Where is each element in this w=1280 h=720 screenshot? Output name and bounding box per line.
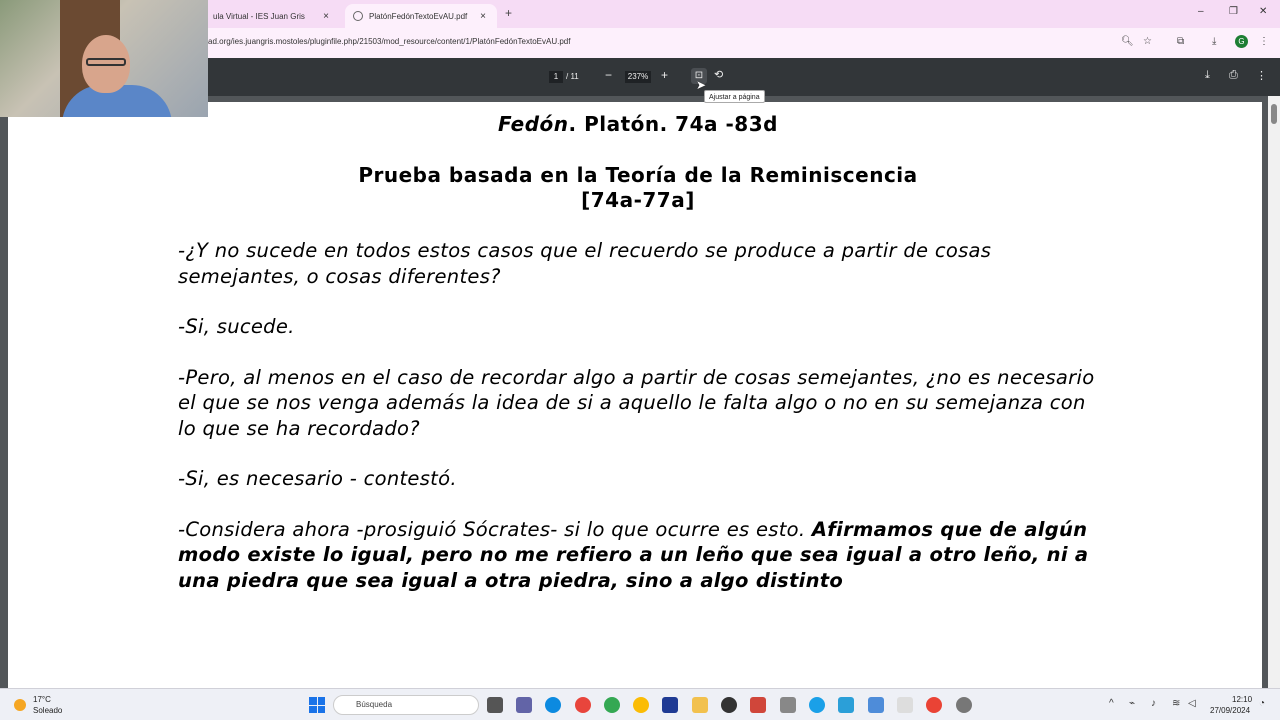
app-icon[interactable]: [721, 697, 737, 713]
settings-icon[interactable]: [956, 697, 972, 713]
minimize-icon[interactable]: –: [1198, 6, 1204, 17]
chrome-icon[interactable]: [604, 697, 620, 713]
subtitle-line: [74a-77a]: [581, 188, 695, 212]
microphone-icon[interactable]: ♪: [1151, 698, 1156, 709]
extensions-icon[interactable]: ⧉: [1177, 36, 1184, 47]
camera-icon[interactable]: [780, 697, 796, 713]
rotate-icon[interactable]: ⟲: [714, 68, 723, 81]
close-icon[interactable]: ×: [320, 11, 332, 22]
tab-aula-virtual[interactable]: ula Virtual - IES Juan Gris ×: [205, 4, 340, 28]
tab-label: ula Virtual - IES Juan Gris: [213, 11, 305, 21]
person-glasses: [86, 58, 126, 66]
notepad-icon[interactable]: [897, 697, 913, 713]
pdf-text: Fedón. Platón. 74a -83d Prueba basada en…: [178, 112, 1098, 593]
clock-date[interactable]: 27/09/2024: [1210, 706, 1250, 715]
store-icon[interactable]: [662, 697, 678, 713]
document-subtitle: Prueba basada en la Teoría de la Reminis…: [178, 163, 1098, 213]
download-icon[interactable]: ⤓: [1205, 69, 1210, 82]
globe-icon: [353, 11, 363, 21]
app-icon[interactable]: [809, 697, 825, 713]
chrome-icon[interactable]: [926, 697, 942, 713]
paragraph: -¿Y no sucede en todos estos casos que e…: [178, 239, 992, 288]
edge-icon[interactable]: [545, 697, 561, 713]
tab-pdf[interactable]: PlatónFedónTextoEvAU.pdf ×: [345, 4, 497, 28]
tab-label: PlatónFedónTextoEvAU.pdf: [369, 11, 468, 21]
subtitle-line: Prueba basada en la Teoría de la Reminis…: [358, 163, 918, 187]
download-icon[interactable]: ⤓: [1212, 36, 1216, 47]
sun-icon[interactable]: [14, 699, 26, 711]
app-icon[interactable]: [750, 697, 766, 713]
notification-icon[interactable]: ◔: [1259, 698, 1265, 709]
file-explorer-icon[interactable]: [692, 697, 708, 713]
teams-icon[interactable]: [516, 697, 532, 713]
paragraph: -Considera ahora -prosiguió Sócrates- si…: [178, 517, 1098, 594]
webcam-overlay: [0, 0, 208, 117]
avatar[interactable]: G: [1235, 35, 1248, 48]
start-button[interactable]: [309, 697, 325, 713]
title-rest: . Platón. 74a -83d: [568, 112, 778, 136]
weather-desc: Soleado: [33, 706, 63, 715]
zoom-input[interactable]: 237%: [625, 71, 651, 83]
paragraph: -Si, es necesario - contestó.: [178, 467, 457, 490]
chrome-icon[interactable]: [633, 697, 649, 713]
wifi-icon[interactable]: ≋: [1172, 698, 1180, 709]
star-icon[interactable]: ☆: [1143, 36, 1152, 47]
zoom-icon[interactable]: 🔍︎: [1121, 36, 1134, 47]
zoom-in-button[interactable]: +: [661, 68, 668, 82]
new-tab-button[interactable]: +: [505, 6, 512, 20]
app-icon[interactable]: [838, 697, 854, 713]
maximize-icon[interactable]: ❐: [1229, 6, 1238, 17]
app-icon[interactable]: [868, 697, 884, 713]
clock-time[interactable]: 12:10: [1232, 695, 1252, 704]
document-title: Fedón. Platón. 74a -83d: [178, 112, 1098, 136]
page-number-input[interactable]: 1: [549, 71, 563, 83]
scrollbar[interactable]: [1268, 96, 1280, 688]
more-options-icon[interactable]: ⋮: [1256, 69, 1267, 82]
paragraph: -Pero, al menos en el caso de recordar a…: [178, 365, 1095, 440]
paragraph-plain: -Considera ahora -prosiguió Sócrates- si…: [178, 517, 812, 541]
url-field[interactable]: ad.org/ies.juangris.mostoles/pluginfile.…: [208, 37, 570, 46]
network-icon[interactable]: ⌁: [1129, 698, 1135, 709]
chrome-icon[interactable]: [575, 697, 591, 713]
task-view-icon[interactable]: [487, 697, 503, 713]
tooltip: Ajustar a página: [704, 90, 765, 103]
taskbar: 17°C Soleado ⌕ Búsqueda ^ ⌁ ♪ ≋ ◁ 12:10 …: [0, 688, 1280, 720]
search-input[interactable]: Búsqueda: [333, 695, 479, 715]
zoom-out-button[interactable]: −: [605, 68, 612, 82]
print-icon[interactable]: ⎙: [1229, 69, 1238, 82]
close-window-icon[interactable]: ✕: [1259, 6, 1267, 17]
page-total: / 11: [566, 72, 579, 81]
weather-temp: 17°C: [33, 695, 51, 704]
chevron-up-icon[interactable]: ^: [1109, 698, 1114, 709]
scrollbar-thumb[interactable]: [1271, 104, 1277, 124]
close-icon[interactable]: ×: [477, 11, 489, 22]
menu-icon[interactable]: ⋮: [1259, 36, 1269, 47]
paragraph: -Si, sucede.: [178, 315, 295, 338]
title-italic: Fedón: [498, 112, 569, 136]
volume-icon[interactable]: ◁: [1188, 698, 1196, 709]
mouse-cursor-icon: ➤: [696, 78, 707, 92]
